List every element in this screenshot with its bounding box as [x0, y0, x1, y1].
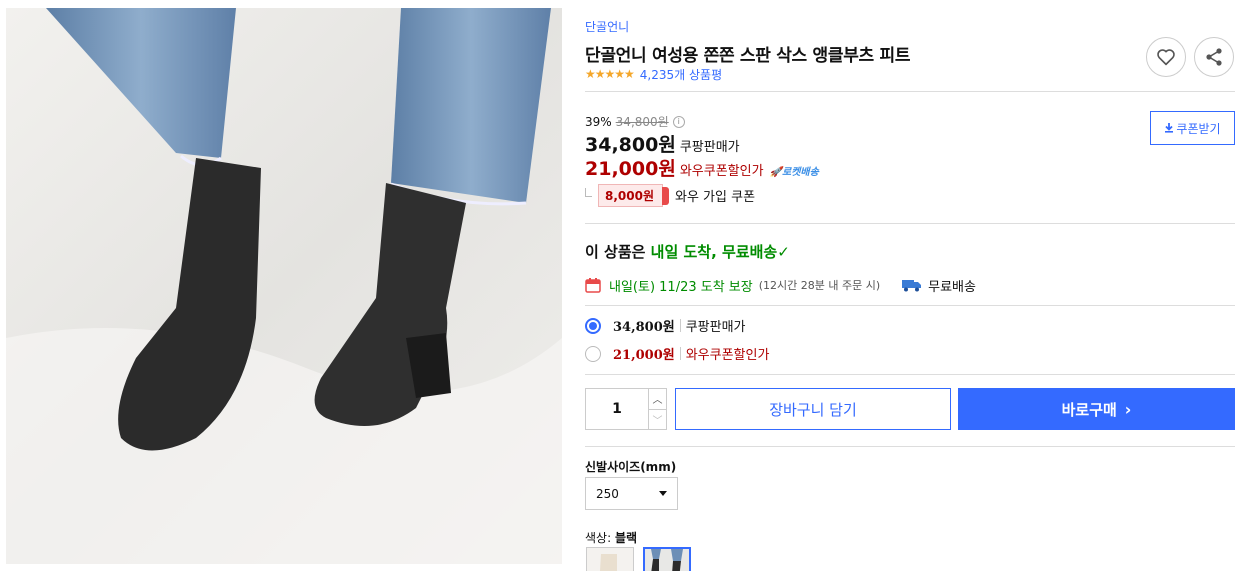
original-price: 34,800원 [615, 115, 669, 129]
size-select[interactable]: 250 [585, 477, 678, 510]
option-separator [679, 319, 681, 332]
delivery-headline-prefix: 이 상품은 [585, 243, 651, 261]
divider [585, 223, 1235, 224]
brand-link[interactable]: 단골언니 [585, 18, 629, 35]
caret-down-icon [659, 491, 667, 496]
coupon-row: 8,000원 와우 가입 쿠폰 [585, 184, 755, 207]
radio-checked[interactable] [585, 317, 601, 334]
rocket-delivery-badge: 🚀로켓배송 [769, 167, 819, 178]
wow-price-label: 와우쿠폰할인가 [679, 164, 764, 179]
review-count-link[interactable]: 4,235개 상품평 [640, 66, 722, 83]
buy-now-button[interactable]: 바로구매 › [958, 388, 1235, 430]
coupon-description: 와우 가입 쿠폰 [675, 190, 756, 205]
free-shipping-label: 무료배송 [928, 279, 976, 295]
arrival-date: 내일(토) 11/23 도착 보장 [609, 279, 753, 295]
sale-price-label: 쿠팡판매가 [679, 140, 740, 155]
size-label: 신발사이즈(mm) [585, 460, 677, 474]
calendar-icon [585, 278, 601, 293]
divider [585, 91, 1235, 92]
wishlist-button[interactable] [1146, 37, 1186, 77]
buy-now-label: 바로구매 [1061, 400, 1117, 419]
delivery-headline: 이 상품은 내일 도착, 무료배송✓ [585, 241, 790, 262]
sale-price: 34,800원 [585, 134, 676, 156]
color-swatch-ivory[interactable] [586, 547, 634, 571]
color-label-prefix: 색상: [585, 531, 615, 545]
color-selected-value: 블랙 [614, 531, 638, 545]
rating-stars-icon: ★★★★★ [585, 67, 635, 81]
option-separator [679, 347, 681, 360]
product-info-panel: 단골언니 단골언니 여성용 쫀쫀 스판 삭스 앵클부츠 피트 ★★★★★ 4,2… [585, 0, 1235, 571]
heart-icon [1157, 49, 1175, 66]
option-label: 쿠팡판매가 [685, 320, 746, 335]
rating-row: ★★★★★ 4,235개 상품평 [585, 66, 722, 82]
divider [585, 446, 1235, 447]
quantity-arrows: ︿ ﹀ [648, 389, 666, 429]
product-title: 단골언니 여성용 쫀쫀 스판 삭스 앵클부츠 피트 [585, 46, 911, 66]
download-icon [1165, 123, 1174, 133]
wow-price: 21,000원 [585, 158, 676, 180]
share-button[interactable] [1194, 37, 1234, 77]
check-icon: ✓ [777, 243, 790, 261]
price-option-wow[interactable]: 21,000원 와우쿠폰할인가 [585, 344, 769, 363]
coupon-amount-tag: 8,000원 [598, 184, 669, 207]
quantity-input[interactable] [586, 389, 648, 429]
arrival-row: 내일(토) 11/23 도착 보장 (12시간 28분 내 주문 시) 무료배송 [585, 275, 976, 295]
product-main-image[interactable] [6, 8, 562, 564]
discount-rate: 39% [585, 114, 612, 129]
share-icon [1206, 48, 1222, 66]
wow-price-row: 21,000원 와우쿠폰할인가 🚀로켓배송 [585, 154, 819, 181]
quantity-stepper: ︿ ﹀ [585, 388, 667, 430]
delivery-headline-highlight: 내일 도착, 무료배송 [650, 243, 778, 261]
color-swatch-black[interactable] [643, 547, 691, 571]
add-to-cart-button[interactable]: 장바구니 담기 [675, 388, 951, 430]
sale-price-row: 34,800원 쿠팡판매가 [585, 130, 740, 157]
divider [585, 374, 1235, 375]
option-price: 34,800원 [613, 320, 675, 335]
get-coupon-label: 쿠폰받기 [1176, 121, 1221, 136]
radio-unchecked[interactable] [585, 345, 601, 362]
truck-icon [902, 280, 922, 292]
arrival-condition: (12시간 28분 내 주문 시) [758, 279, 881, 292]
tree-connector [585, 188, 592, 197]
chevron-down-icon[interactable]: ﹀ [649, 410, 666, 430]
get-coupon-button[interactable]: 쿠폰받기 [1150, 111, 1235, 145]
option-price: 21,000원 [613, 348, 675, 363]
price-option-coupang[interactable]: 34,800원 쿠팡판매가 [585, 316, 746, 335]
size-selected-value: 250 [596, 486, 619, 501]
chevron-up-icon[interactable]: ︿ [649, 389, 666, 410]
option-label: 와우쿠폰할인가 [685, 348, 770, 363]
chevron-right-icon: › [1124, 399, 1132, 419]
discount-row: 39% 34,800원 i [585, 113, 685, 130]
divider [585, 305, 1235, 306]
color-label: 색상: 블랙 [585, 529, 637, 546]
info-icon[interactable]: i [672, 115, 685, 128]
